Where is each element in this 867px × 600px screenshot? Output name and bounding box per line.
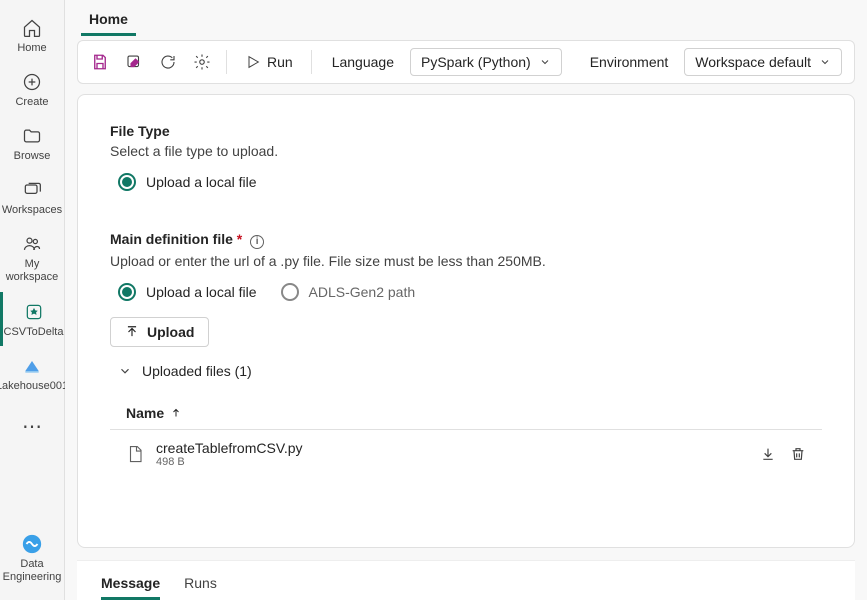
upload-button[interactable]: Upload <box>110 317 209 347</box>
file-type-section: File Type Select a file type to upload. … <box>110 123 822 191</box>
radio-selected-icon <box>118 173 136 191</box>
stack-icon <box>20 178 44 202</box>
run-label: Run <box>267 54 293 70</box>
rail-csvtodelta[interactable]: CSVToDelta <box>0 292 64 346</box>
rail-lakehouse[interactable]: Lakehouse001 <box>0 346 64 401</box>
language-label: Language <box>322 54 404 70</box>
file-row: createTablefromCSV.py 498 B <box>110 430 822 478</box>
file-type-radio-local[interactable]: Upload a local file <box>118 173 822 191</box>
info-icon[interactable]: i <box>250 235 264 249</box>
plus-circle-icon <box>20 70 44 94</box>
page-tabs: Home <box>65 0 867 36</box>
environment-dropdown[interactable]: Workspace default <box>684 48 842 76</box>
file-type-title: File Type <box>110 123 822 139</box>
tab-runs[interactable]: Runs <box>184 575 217 600</box>
folder-icon <box>20 124 44 148</box>
file-name: createTablefromCSV.py <box>156 440 760 456</box>
tab-home[interactable]: Home <box>81 5 136 36</box>
required-asterisk: * <box>237 231 242 247</box>
radio-selected-icon <box>118 283 136 301</box>
sort-asc-icon <box>170 407 182 419</box>
people-icon <box>20 232 44 256</box>
rail-my-workspace[interactable]: My workspace <box>0 224 64 292</box>
left-nav-rail: Home Create Browse Workspaces My workspa… <box>0 0 65 600</box>
refresh-button[interactable] <box>154 48 182 76</box>
main-def-title: Main definition file * i <box>110 231 822 249</box>
rail-create[interactable]: Create <box>0 62 64 116</box>
rail-label: Create <box>15 96 48 108</box>
content-panel: File Type Select a file type to upload. … <box>77 94 855 548</box>
upload-label: Upload <box>147 324 194 340</box>
environment-label: Environment <box>580 54 679 70</box>
uploaded-files-toggle[interactable]: Uploaded files (1) <box>118 363 822 379</box>
lakehouse-icon <box>20 354 44 378</box>
main-definition-section: Main definition file * i Upload or enter… <box>110 231 822 478</box>
run-button[interactable]: Run <box>237 54 301 70</box>
file-list: Name createTablefromCSV.py 498 B <box>110 397 822 478</box>
main-def-desc: Upload or enter the url of a .py file. F… <box>110 253 822 269</box>
main-area: Home Run Language PySpark (Python) Envir… <box>65 0 867 600</box>
spark-icon <box>22 300 46 324</box>
rail-label: Browse <box>14 150 51 162</box>
save-button[interactable] <box>86 48 114 76</box>
language-dropdown[interactable]: PySpark (Python) <box>410 48 562 76</box>
download-button[interactable] <box>760 446 776 462</box>
home-icon <box>20 16 44 40</box>
rail-label: My workspace <box>0 258 64 284</box>
radio-label: ADLS-Gen2 path <box>309 284 416 300</box>
toolbar: Run Language PySpark (Python) Environmen… <box>77 40 855 84</box>
file-icon <box>126 445 144 463</box>
file-header-name[interactable]: Name <box>110 397 822 430</box>
rail-label: CSVToDelta <box>4 326 64 338</box>
rail-home[interactable]: Home <box>0 8 64 62</box>
radio-unselected-icon <box>281 283 299 301</box>
data-engineering-icon <box>20 532 44 556</box>
radio-label: Upload a local file <box>146 284 257 300</box>
rail-label: Lakehouse001 <box>0 380 68 393</box>
tab-message[interactable]: Message <box>101 575 160 600</box>
delete-button[interactable] <box>790 446 806 462</box>
chevron-down-icon <box>118 364 132 378</box>
file-meta: createTablefromCSV.py 498 B <box>156 440 760 468</box>
main-def-radio-local[interactable]: Upload a local file <box>118 283 257 301</box>
environment-value: Workspace default <box>695 54 811 70</box>
edit-button[interactable] <box>120 48 148 76</box>
radio-label: Upload a local file <box>146 174 257 190</box>
bottom-tabs: Message Runs <box>77 560 855 600</box>
rail-more[interactable]: ⋯ <box>22 402 42 451</box>
file-size: 498 B <box>156 456 760 468</box>
rail-data-engineering[interactable]: Data Engineering <box>0 524 64 592</box>
uploaded-files-label: Uploaded files (1) <box>142 363 252 379</box>
rail-label: Data Engineering <box>0 558 64 584</box>
upload-icon <box>125 325 139 339</box>
language-value: PySpark (Python) <box>421 54 531 70</box>
chevron-down-icon <box>539 56 551 68</box>
rail-label: Workspaces <box>2 204 62 216</box>
settings-button[interactable] <box>188 48 216 76</box>
main-def-radio-adls[interactable]: ADLS-Gen2 path <box>281 283 416 301</box>
play-icon <box>245 54 261 70</box>
rail-label: Home <box>17 42 46 54</box>
rail-workspaces[interactable]: Workspaces <box>0 170 64 224</box>
chevron-down-icon <box>819 56 831 68</box>
file-type-desc: Select a file type to upload. <box>110 143 822 159</box>
rail-browse[interactable]: Browse <box>0 116 64 170</box>
